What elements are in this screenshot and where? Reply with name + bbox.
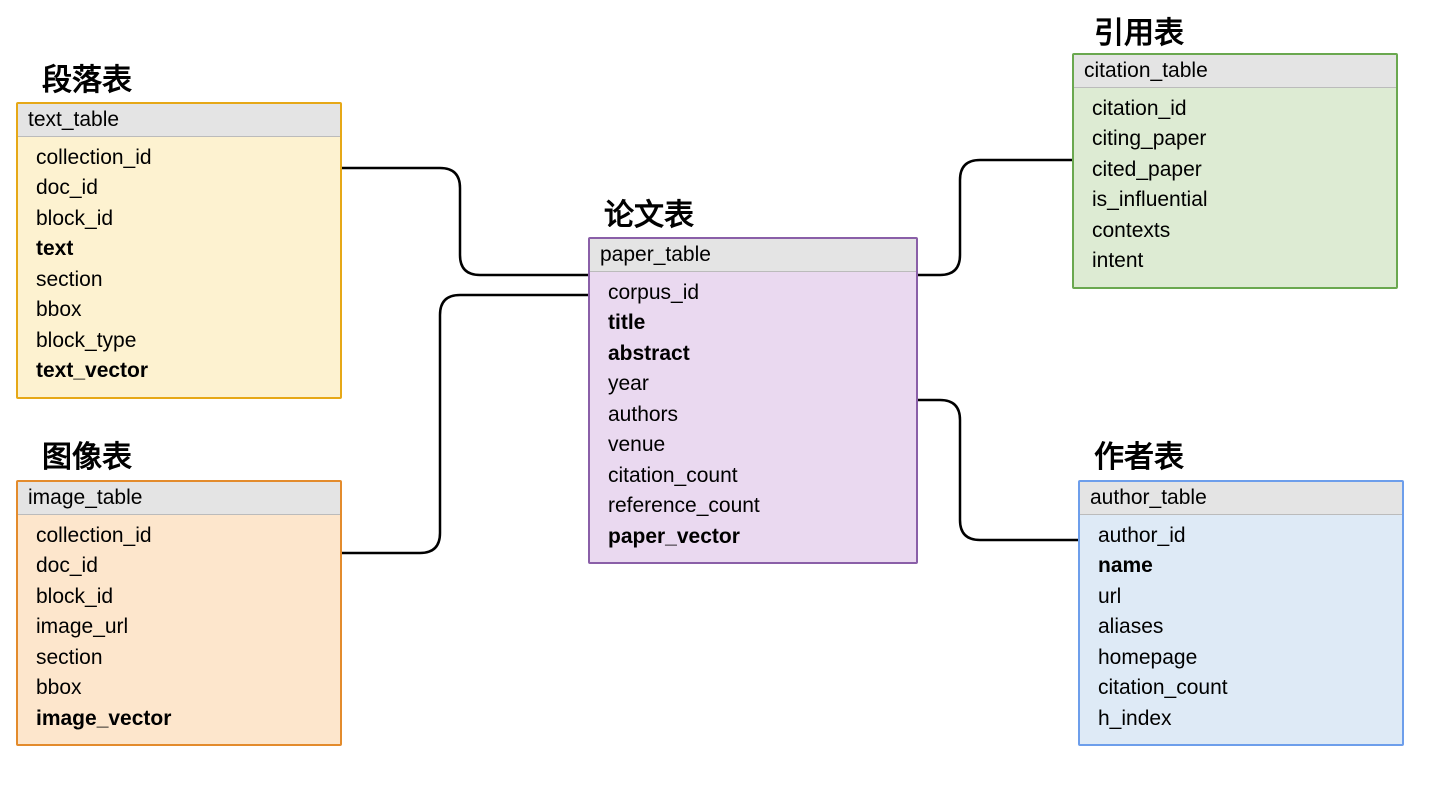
field: collection_id [36, 143, 330, 173]
field: citation_count [1098, 673, 1392, 703]
field: bbox [36, 673, 330, 703]
field: collection_id [36, 521, 330, 551]
field: venue [608, 430, 906, 460]
field: citation_id [1092, 94, 1386, 124]
field: cited_paper [1092, 155, 1386, 185]
field: reference_count [608, 491, 906, 521]
author-table-label: 作者表 [1094, 432, 1184, 476]
diagram-canvas: 段落表 图像表 论文表 引用表 作者表 text_table collectio… [0, 0, 1440, 788]
table-header: citation_table [1074, 55, 1396, 88]
field: homepage [1098, 643, 1392, 673]
field: doc_id [36, 173, 330, 203]
field: block_id [36, 204, 330, 234]
field: bbox [36, 295, 330, 325]
field: title [608, 308, 906, 338]
paper-table-label: 论文表 [604, 190, 694, 234]
field: intent [1092, 246, 1386, 276]
field: text [36, 234, 330, 264]
field: image_url [36, 612, 330, 642]
field: doc_id [36, 551, 330, 581]
field: year [608, 369, 906, 399]
text-table-label: 段落表 [42, 55, 132, 99]
table-header: image_table [18, 482, 340, 515]
field: abstract [608, 339, 906, 369]
table-body: citation_id citing_paper cited_paper is_… [1074, 88, 1396, 287]
field: authors [608, 400, 906, 430]
table-header: author_table [1080, 482, 1402, 515]
field: block_id [36, 582, 330, 612]
table-header: text_table [18, 104, 340, 137]
citation-table: citation_table citation_id citing_paper … [1072, 53, 1398, 289]
field: author_id [1098, 521, 1392, 551]
field: section [36, 643, 330, 673]
image-table: image_table collection_id doc_id block_i… [16, 480, 342, 746]
field: is_influential [1092, 185, 1386, 215]
field: h_index [1098, 704, 1392, 734]
image-table-label: 图像表 [42, 432, 132, 476]
citation-table-label: 引用表 [1094, 8, 1184, 52]
field: aliases [1098, 612, 1392, 642]
field: url [1098, 582, 1392, 612]
field: paper_vector [608, 522, 906, 552]
table-body: corpus_id title abstract year authors ve… [590, 272, 916, 562]
field: block_type [36, 326, 330, 356]
field: text_vector [36, 356, 330, 386]
paper-table: paper_table corpus_id title abstract yea… [588, 237, 918, 564]
field: citation_count [608, 461, 906, 491]
field: name [1098, 551, 1392, 581]
field: image_vector [36, 704, 330, 734]
field: section [36, 265, 330, 295]
field: citing_paper [1092, 124, 1386, 154]
table-body: author_id name url aliases homepage cita… [1080, 515, 1402, 744]
table-body: collection_id doc_id block_id image_url … [18, 515, 340, 744]
author-table: author_table author_id name url aliases … [1078, 480, 1404, 746]
table-header: paper_table [590, 239, 916, 272]
text-table: text_table collection_id doc_id block_id… [16, 102, 342, 399]
table-body: collection_id doc_id block_id text secti… [18, 137, 340, 397]
field: corpus_id [608, 278, 906, 308]
field: contexts [1092, 216, 1386, 246]
